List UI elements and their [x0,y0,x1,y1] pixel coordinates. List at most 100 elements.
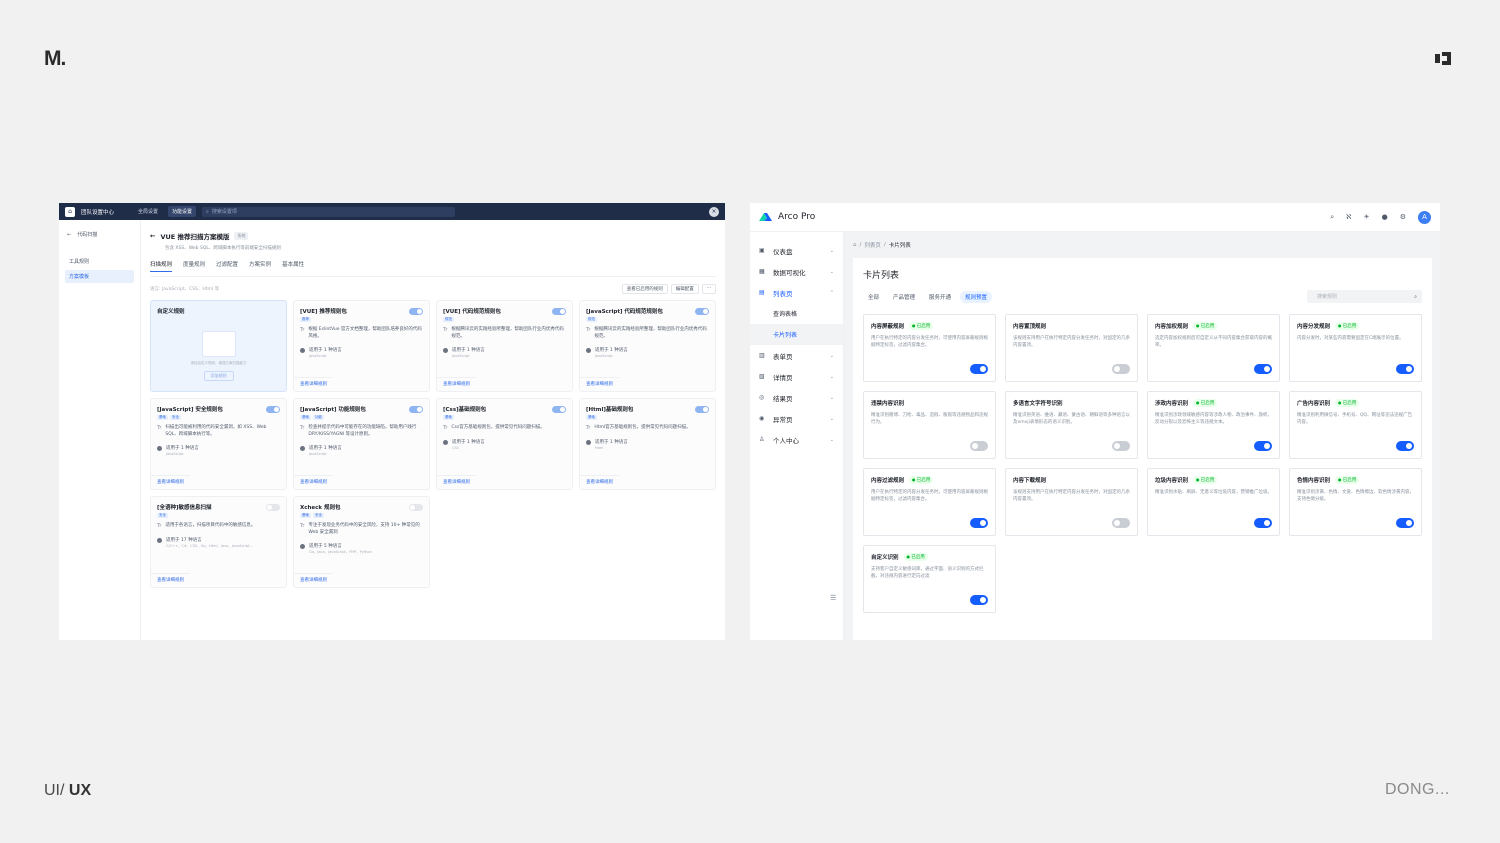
view-enabled-rules-button[interactable]: 查看已启用的规则 [621,284,668,294]
toggle-switch[interactable] [1112,441,1130,451]
rule-card[interactable]: 内容置顶规则 该规则支持用户在执行特定内容分发任务时，对固定的几条内容置顶。 [1005,314,1138,382]
toggle-switch[interactable] [409,503,423,511]
rule-card[interactable]: 色情内容识别已启用精准识别涉黄、色情、文爱、色情擦边、软色情涉黄内容，支持色情分… [1289,468,1422,536]
rule-card[interactable]: 内容分发规则已启用内容分发时，对某些内容需要固定在C端展示的位置。 [1289,314,1422,382]
rule-card[interactable]: 内容下载规则 该规则支持用户在执行特定内容分发任务时，对固定的几条内容置顶。 [1005,468,1138,536]
gear-icon[interactable]: ⚙ [1400,213,1406,221]
view-detail-link[interactable]: 查看详细规则 [151,573,190,583]
sidebar-item[interactable]: ▥ 表单页 ⌄ [750,345,843,366]
toggle-switch[interactable] [695,405,709,413]
rule-package-card[interactable]: Xcheck 规则包 基础 安全 Tr 专注于发现业务代码中的安全风险，支持 10+ 种… [293,496,430,588]
rule-card[interactable]: 内容过滤规则已启用用户在执行特定的内容分发任务时，可使用内容屏蔽规则根据特定标签… [863,468,996,536]
rule-package-card[interactable]: [JavaScript] 功能规则包 基础 功能 Tr 检查并提示代码中可能存在的功能缺… [293,398,430,490]
rule-package-card[interactable]: [JavaScript] 安全规则包 基础 安全 Tr 扫描出可能被利用的代码安全漏洞，… [150,398,287,490]
arrow-left-icon[interactable]: ← [150,232,155,240]
rule-card[interactable]: 垃圾内容识别已启用精准识别水贴、刷屏、无意义等垃圾内容，营销推广垃圾。 [1147,468,1280,536]
tab-scheme-instances[interactable]: 方案实例 [249,260,271,272]
tab-filter-config[interactable]: 过滤配置 [216,260,238,272]
sidebar-subitem[interactable]: 查询表格 [750,303,843,324]
sidebar-item[interactable]: ▤ 列表页 ⌃ [750,282,843,303]
sidebar-subitem[interactable]: 卡片列表 [750,324,843,345]
back-link[interactable]: ← 代码扫描 [65,231,134,239]
custom-rule-card[interactable]: 自定义规则 添加自定义规则，增强方案扫描能力 添加规则 [150,300,287,392]
language-list: CSS [452,445,459,450]
sidebar-item[interactable]: ◎ 结果页 ⌄ [750,387,843,408]
tab-rules[interactable]: 规则预置 [960,290,993,303]
tab-scan-rules[interactable]: 扫描规则 [150,260,173,272]
rule-card[interactable]: 自定义识别已启用支持客户自定义敏感词库，通过字面、语义识别的方式拦截，对违规内容… [863,545,996,613]
sidebar-item[interactable]: ◉ 异常页 ⌄ [750,408,843,429]
card-title: 内容置顶规则 [1013,322,1130,330]
view-detail-link[interactable]: 查看详细规则 [580,475,619,485]
toggle-switch[interactable] [970,441,988,451]
toggle-switch[interactable] [1112,518,1130,528]
theme-icon[interactable]: ☀ [1363,213,1369,221]
toggle-switch[interactable] [266,405,280,413]
language-filter[interactable]: 语言: JavaScript、CSS、Html 等 [150,286,219,292]
text-icon: Tr [443,425,448,431]
view-detail-link[interactable]: 查看详细规则 [580,377,619,387]
toggle-switch[interactable] [409,307,423,315]
toggle-switch[interactable] [970,595,988,605]
view-detail-link[interactable]: 查看详细规则 [294,377,333,387]
sidebar-item[interactable]: ♙ 个人中心 ⌄ [750,429,843,450]
tab-global-settings[interactable]: 全局设置 [134,206,162,217]
tab-feature-settings[interactable]: 功能设置 [168,206,197,217]
rule-package-card[interactable]: [Css]基础规则包 基础 Tr Css官方基础规则包，提供常见代码问题扫描。 适用于 … [436,398,573,490]
view-detail-link[interactable]: 查看详细规则 [294,475,333,485]
sidebar-item[interactable]: ▦ 数据可视化 ⌄ [750,261,843,282]
home-icon[interactable]: ⌂ [65,206,75,217]
rule-package-card[interactable]: [VUE] 代码规范规则包 规范 Tr 根据腾讯云的实践经验所整理，帮助团队行业内优秀… [436,300,573,392]
notification-icon[interactable]: ● [1382,213,1388,221]
home-icon[interactable]: ⌂ [853,242,857,248]
rule-package-card[interactable]: [VUE] 推荐规则包 推荐 Tr 根据 EslintVue 官方文档整理，帮助团队培… [293,300,430,392]
tab-basic-props[interactable]: 基本属性 [282,260,304,272]
edit-config-button[interactable]: 编辑配置 [670,284,699,294]
toggle-switch[interactable] [970,518,988,528]
tab-metric-rules[interactable]: 度量规则 [183,260,205,272]
tab-service[interactable]: 服务开通 [924,291,956,303]
toggle-switch[interactable] [1254,441,1272,451]
view-detail-link[interactable]: 查看详细规则 [294,573,333,583]
rule-card[interactable]: 涉政内容识别已启用精准识别涉政领域敏感内容等涉政人物、政治事件、旗帜，反动分裂以… [1147,391,1280,459]
rule-card[interactable]: 内容屏蔽规则已启用用户在执行特定的内容分发任务时，可使用内容屏蔽规则根据特定标签… [863,314,996,382]
toggle-switch[interactable] [1112,364,1130,374]
close-icon[interactable]: × [709,206,719,217]
toggle-switch[interactable] [1396,518,1414,528]
tab-product[interactable]: 产品管理 [888,291,920,303]
avatar[interactable]: A [1418,210,1431,224]
toggle-switch[interactable] [695,307,709,315]
tabs: 扫描规则 度量规则 过滤配置 方案实例 基本属性 [150,260,716,277]
rule-package-card[interactable]: [JavaScript] 代码规范规则包 规范 Tr 根据腾讯云的实践经验所整理，帮助… [579,300,716,392]
toggle-switch[interactable] [1254,518,1272,528]
toggle-switch[interactable] [552,307,566,315]
sidebar-item[interactable]: ▣ 仪表盘 ⌄ [750,240,843,261]
search-input[interactable]: 搜索规则 ⌕ [1307,290,1422,303]
menu-fold-icon[interactable]: ☰ [830,594,836,602]
add-rule-button[interactable]: 添加规则 [203,371,234,381]
rule-package-card[interactable]: [全语种]敏感信息扫描 安全 Tr 适用于各语言，扫描项目代码中的敏感信息。 适用于 1… [150,496,287,588]
tab-all[interactable]: 全部 [863,291,884,303]
rule-card[interactable]: 内容加权规则已启用选定内容加权规则后可自定义从不同内容集合获取内容的概率。 [1147,314,1280,382]
sidebar-item[interactable]: ▧ 详情页 ⌄ [750,366,843,387]
toggle-switch[interactable] [1254,364,1272,374]
toggle-switch[interactable] [1396,364,1414,374]
more-button[interactable]: ··· [701,284,716,294]
rule-card[interactable]: 多语言文字符号识别 精准识别英语、维语、藏语、蒙古语、朝鲜语等多种语言以及emoj… [1005,391,1138,459]
view-detail-link[interactable]: 查看详细规则 [437,377,476,387]
search-input[interactable]: ⌕ 搜索设置项 [202,206,456,217]
toggle-switch[interactable] [266,503,280,511]
search-icon[interactable]: ⌕ [1330,213,1334,222]
translate-icon[interactable]: ℵ [1346,213,1351,221]
toggle-switch[interactable] [552,405,566,413]
sidebar-item-tool-rules[interactable]: 工具规则 [65,255,134,268]
toggle-switch[interactable] [1396,441,1414,451]
toggle-switch[interactable] [409,405,423,413]
rule-card[interactable]: 广告内容识别已启用精准识别利用微信号、手机号、QQ、网址等违法违规广告内容。 [1289,391,1422,459]
sidebar-item-scheme-templates[interactable]: 方案模板 [65,270,134,283]
rule-package-card[interactable]: [Html]基础规则包 基础 Tr Html官方基础规则包，提供常见代码问题扫描。 适用… [579,398,716,490]
view-detail-link[interactable]: 查看详细规则 [151,475,190,485]
view-detail-link[interactable]: 查看详细规则 [437,475,476,485]
rule-card[interactable]: 违禁内容识别 精准识别赌博、刀枪、毒品、造假、贩假等违规物品和违规行为。 [863,391,996,459]
toggle-switch[interactable] [970,364,988,374]
